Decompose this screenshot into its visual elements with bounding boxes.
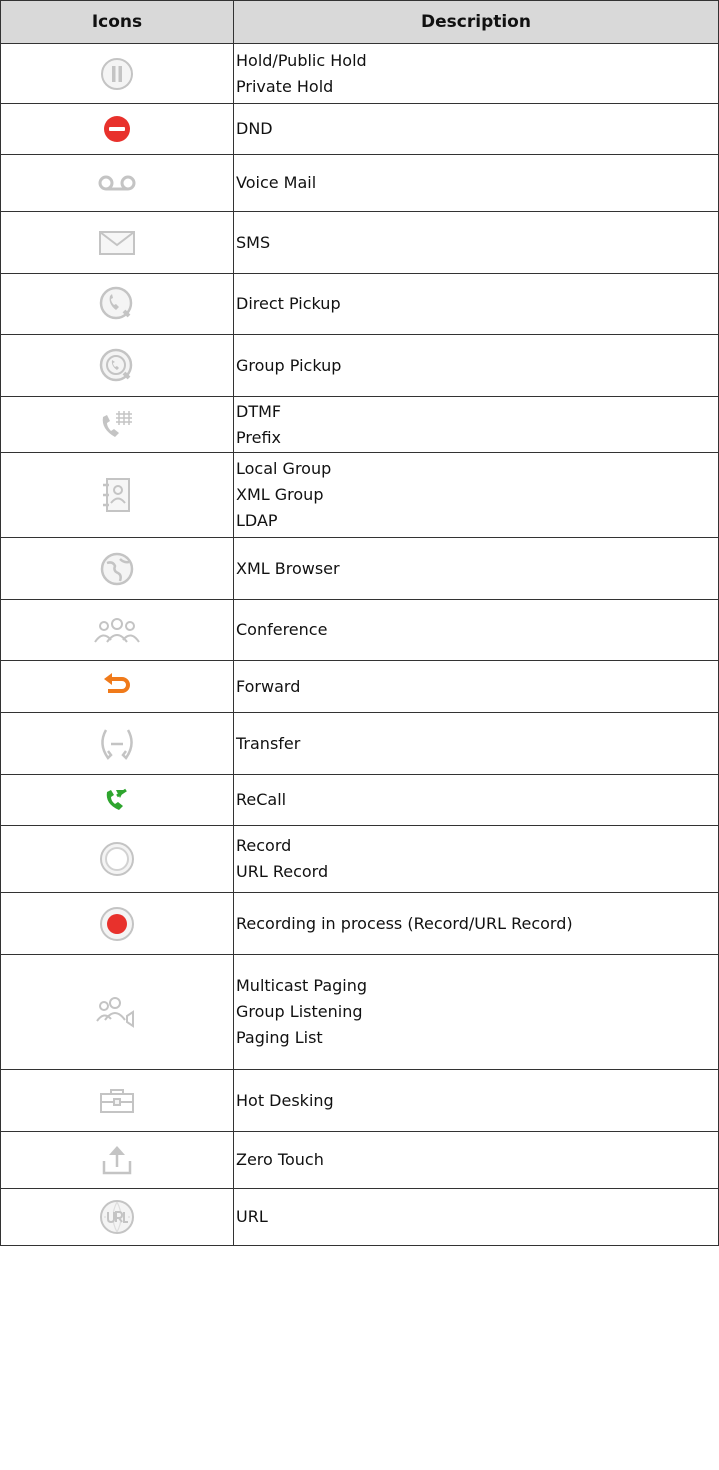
description-line: XML Browser <box>236 558 340 578</box>
table-row: XML Browser <box>0 537 719 600</box>
group-pickup-icon <box>99 348 133 381</box>
description-line: Conference <box>236 620 328 639</box>
conference-icon <box>94 618 140 643</box>
directory-icon <box>103 478 130 512</box>
description-line: Local Group <box>236 459 332 478</box>
paging-icon <box>96 997 134 1028</box>
table-row: Zero Touch <box>0 1131 719 1189</box>
description-line: XML Group <box>236 485 324 504</box>
description-line: Group Listening <box>236 1002 363 1021</box>
description-line: LDAP <box>236 511 278 530</box>
forward-icon <box>104 672 130 693</box>
recording-in-process-icon <box>100 906 134 941</box>
description-line: DND <box>236 119 273 138</box>
url-icon <box>100 1200 134 1234</box>
description-line: Forward <box>236 676 301 696</box>
table-row: URL <box>0 1188 719 1246</box>
zero-touch-icon <box>102 1146 132 1175</box>
table-row: Direct Pickup <box>0 273 719 335</box>
description-line: Zero Touch <box>236 1150 324 1169</box>
description-line: Multicast Paging <box>236 976 368 995</box>
table-row: DND <box>0 103 719 155</box>
direct-pickup-icon <box>99 286 133 320</box>
table-body: Hold/Public Hold Private Hold DND Voice … <box>0 43 719 1246</box>
table-row: Hold/Public Hold Private Hold <box>0 43 719 104</box>
dnd-icon <box>104 116 130 142</box>
description-line: Recording in process (Record/URL Record) <box>236 913 573 933</box>
table-row: Voice Mail <box>0 154 719 212</box>
description-line: Record <box>236 836 292 855</box>
voice-mail-icon <box>98 175 136 191</box>
record-icon <box>100 842 134 876</box>
description-line: Voice Mail <box>236 173 317 192</box>
transfer-icon <box>101 728 133 760</box>
description-line: Hold/Public Hold <box>236 50 367 70</box>
recall-icon <box>106 788 127 810</box>
dtmf-icon <box>102 410 132 437</box>
description-line: SMS <box>236 232 271 252</box>
table-row: SMS <box>0 211 719 274</box>
table-row: DTMF Prefix <box>0 396 719 453</box>
table-row: ReCall <box>0 774 719 826</box>
table-row: Transfer <box>0 712 719 775</box>
description-line: URL <box>236 1207 268 1226</box>
description-line: URL Record <box>236 862 329 881</box>
table-row: Multicast Paging Group Listening Paging … <box>0 954 719 1070</box>
table-row: Hot Desking <box>0 1069 719 1132</box>
header-description: Description <box>233 0 719 44</box>
description-line: ReCall <box>236 790 287 809</box>
description-line: Prefix <box>236 427 281 447</box>
description-line: Hot Desking <box>236 1090 334 1110</box>
xml-browser-icon <box>100 552 134 585</box>
hold-icon <box>101 57 133 90</box>
table-row: Recording in process (Record/URL Record) <box>0 892 719 955</box>
table-row: Group Pickup <box>0 334 719 397</box>
icons-table: Icons Description Hold/Public Hold Priva… <box>0 0 719 1246</box>
table-row: Record URL Record <box>0 825 719 893</box>
description-line: DTMF <box>236 401 282 421</box>
table-row: Local Group XML Group LDAP <box>0 452 719 538</box>
description-line: Direct Pickup <box>236 294 341 313</box>
description-line: Group Pickup <box>236 355 342 375</box>
table-row: Conference <box>0 599 719 661</box>
header-icons: Icons <box>0 0 234 44</box>
sms-envelope-icon <box>99 230 135 255</box>
hot-desking-icon <box>100 1088 134 1113</box>
table-row: Forward <box>0 660 719 713</box>
description-line: Paging List <box>236 1028 323 1047</box>
table-header-row: Icons Description <box>0 0 719 44</box>
description-line: Private Hold <box>236 76 334 96</box>
description-line: Transfer <box>236 733 301 753</box>
